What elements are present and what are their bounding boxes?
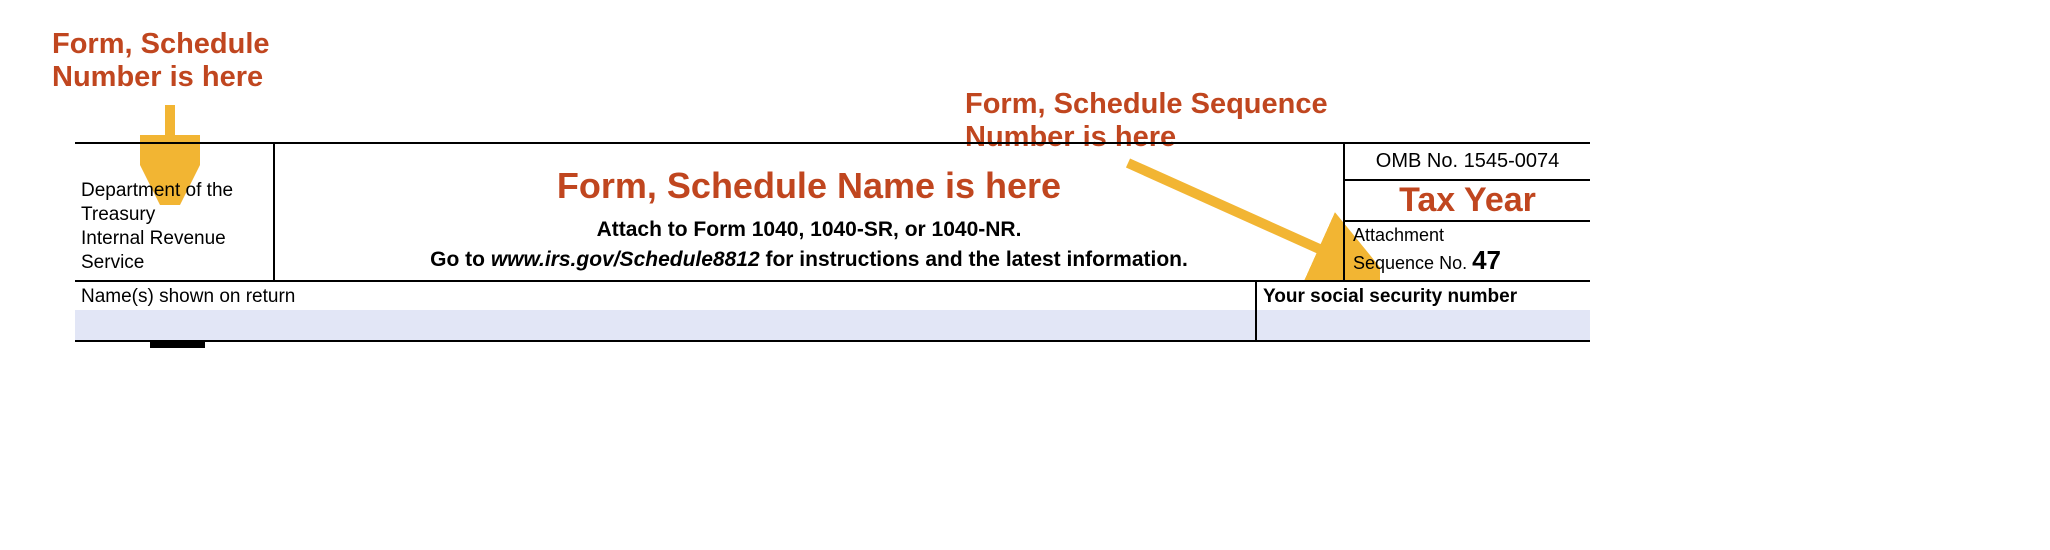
ssn-cell: Your social security number [1257, 282, 1590, 340]
footer-stub [150, 342, 205, 348]
names-label: Name(s) shown on return [75, 282, 1255, 310]
tax-year-slot: Tax Year [1345, 181, 1590, 222]
dept-line-2: Internal Revenue Service [81, 227, 267, 275]
attach-instruction: Attach to Form 1040, 1040-SR, or 1040-NR… [285, 218, 1333, 242]
omb-number: OMB No. 1545-0074 [1345, 144, 1590, 181]
right-column: OMB No. 1545-0074 Tax Year Attachment Se… [1345, 144, 1590, 280]
dept-line-1: Department of the Treasury [81, 179, 267, 227]
annotation-form-number: Form, Schedule Number is here [52, 28, 270, 95]
title-cell: Form, Schedule Name is here Attach to Fo… [275, 144, 1345, 280]
goto-instruction: Go to www.irs.gov/Schedule8812 for instr… [285, 248, 1333, 272]
sequence-label: Sequence No. [1353, 253, 1472, 273]
attachment-label: Attachment [1353, 226, 1582, 246]
goto-url: www.irs.gov/Schedule8812 [491, 248, 760, 271]
goto-suffix: for instructions and the latest informat… [760, 248, 1188, 271]
ssn-label: Your social security number [1257, 282, 1590, 310]
goto-prefix: Go to [430, 248, 491, 271]
names-input[interactable] [75, 310, 1255, 340]
attachment-sequence: Attachment Sequence No. 47 [1345, 222, 1590, 280]
annotation-tax-year: Tax Year [1399, 181, 1536, 220]
sequence-number-value: 47 [1472, 245, 1501, 275]
form-header: Department of the Treasury Internal Reve… [75, 142, 1590, 342]
ssn-input[interactable] [1257, 310, 1590, 340]
annotation-form-name: Form, Schedule Name is here [285, 165, 1333, 206]
department-cell: Department of the Treasury Internal Reve… [75, 144, 275, 280]
names-cell: Name(s) shown on return [75, 282, 1257, 340]
